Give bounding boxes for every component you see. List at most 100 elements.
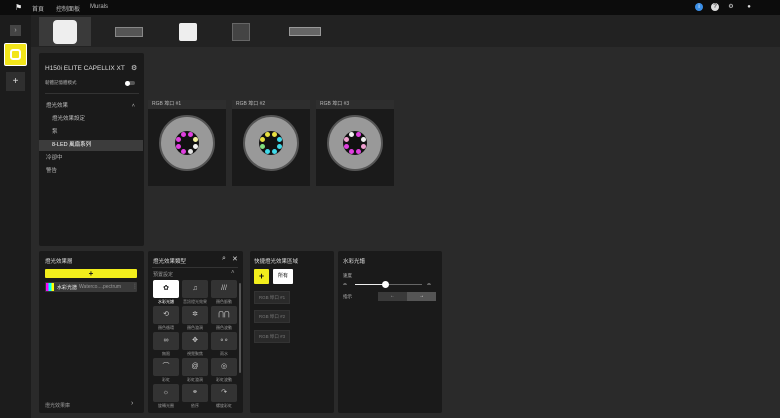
nav-murals[interactable]: Murals [90,4,108,10]
zone-rgb-port-1[interactable]: RGB 埠口 #1 [254,291,290,304]
effect-label: 顏色脈動 [216,299,232,304]
menu-label: 燈光效果 [46,103,69,109]
zone-rgb-port-3[interactable]: RGB 埠口 #3 [254,330,290,343]
menu-alerts[interactable]: 警告 [39,166,143,177]
layer-name: 水彩光譜 [57,285,78,291]
device-fan[interactable] [162,17,214,46]
nav-dashboard[interactable]: 控制面板 [56,4,80,13]
fan-card-label: RGB 埠口 #1 [148,100,226,109]
fan-icon [243,115,299,171]
help-icon[interactable]: ? [711,3,719,11]
fast-icon: ⌓ [427,281,431,287]
effect-button[interactable]: ∞ [153,332,179,350]
memory-mode-toggle[interactable] [125,80,135,86]
scrollbar[interactable] [239,283,241,373]
effect-icon: ∞ [163,337,169,344]
effect-button[interactable]: ↷ [211,384,237,402]
library-link[interactable]: 燈光效果庫 [45,402,70,409]
divider [152,267,238,268]
device-hub[interactable] [215,17,267,46]
effect-label: 雨水 [220,351,228,356]
top-bar: ⚑ 首頁 控制面板 Murals i ? ⚙ ● [0,0,780,15]
device-cooler[interactable] [39,17,91,46]
effect-button[interactable]: ☼ [153,384,179,402]
add-layer-button[interactable]: + [45,269,137,278]
settings-icon[interactable]: ⚙ [727,3,735,11]
expand-button[interactable]: › [10,25,21,36]
effect-icon: ☼ [162,389,170,396]
keyboard-icon [115,26,143,37]
chevron-up-icon: ˄ [131,103,135,109]
effect-button[interactable]: ✥ [182,332,208,350]
speed-slider-handle[interactable] [381,281,389,288]
fan-card[interactable]: RGB 埠口 #2 [232,100,310,186]
device-memory[interactable] [279,17,331,46]
led [349,148,355,154]
menu-pump[interactable]: 泵 [39,127,143,138]
led [187,148,193,154]
nav-home[interactable]: 首頁 [32,4,44,13]
direction-right-button[interactable]: → [407,292,436,301]
effect-button[interactable]: ⟲ [153,306,179,324]
lighting-layers-panel: 燈光效果層 + 水彩光譜 Waterco....pectrum ⋮ 燈光效果庫 … [39,251,144,413]
effect-button[interactable]: ∘∘ [211,332,237,350]
speed-label: 速度 [343,273,352,278]
effect-icon: ✥ [192,337,198,344]
account-icon[interactable]: ● [745,3,753,11]
effect-button[interactable]: ◎ [211,358,237,376]
led [276,137,282,143]
fan-card[interactable]: RGB 埠口 #1 [148,100,226,186]
device-keyboard[interactable] [103,17,155,46]
effect-icon: ♫ [192,285,198,292]
search-icon[interactable]: ⌕ [222,255,226,263]
fan-icon [327,115,383,171]
menu-cooling[interactable]: 冷卻中 [39,153,143,164]
speed-slider[interactable] [355,281,422,288]
menu-lighting[interactable]: 燈光效果 ˄ [39,101,143,112]
layer-item[interactable]: 水彩光譜 Waterco....pectrum ⋮ [45,282,138,292]
effect-icon: ∘∘ [219,337,229,344]
add-zone-button[interactable]: + [254,269,269,284]
effect-label: 顏色波動 [216,325,232,330]
divider [45,93,139,94]
led [360,143,366,149]
chevron-right-icon[interactable]: › [131,400,133,407]
device-group-button[interactable] [4,43,27,66]
info-icon[interactable]: i [695,3,703,11]
memory-mode-label: 韌體記憶體模式 [45,80,77,85]
corsair-logo-icon: ⚑ [15,3,23,12]
layers-title: 燈光效果層 [45,259,73,265]
add-device-button[interactable]: + [6,72,25,91]
slow-icon: ⌓ [343,281,347,287]
menu-8led-fans[interactable]: 8-LED 風扇系列 [39,140,143,151]
zone-all-button[interactable]: 所有 [273,269,293,284]
effect-button[interactable]: ⌒ [153,358,179,376]
fan-card[interactable]: RGB 埠口 #3 [316,100,394,186]
led [355,148,361,154]
zone-rgb-port-2[interactable]: RGB 埠口 #2 [254,310,290,323]
effect-button[interactable]: /// [211,280,237,298]
gear-icon[interactable]: ⚙ [131,64,137,72]
chevron-up-icon[interactable]: ˄ [231,270,235,276]
effect-button[interactable]: ♫ [182,280,208,298]
fan-icon [179,22,197,41]
direction-left-button[interactable]: ← [378,292,407,301]
effect-icon: ⋂⋂ [218,311,230,318]
effect-button[interactable]: ✿ [153,280,179,298]
layer-swatch [46,283,54,291]
effect-button[interactable]: @ [182,358,208,376]
hexagon-icon [10,49,21,60]
close-icon[interactable]: ✕ [232,255,238,263]
hub-icon [232,22,250,41]
effect-button[interactable]: ⋂⋂ [211,306,237,324]
effect-icon: @ [191,363,199,370]
effect-button[interactable]: ⚭ [182,384,208,402]
layer-menu-icon[interactable]: ⋮ [132,283,138,290]
device-title: H150i ELITE CAPELLIX XT [45,65,125,72]
effect-settings-panel: 水彩光譜 速度 ⌓ ⌓ 指示 ← → [338,251,442,413]
cooler-icon [53,19,77,44]
effect-button[interactable]: ✲ [182,306,208,324]
led [276,143,282,149]
menu-lighting-setup[interactable]: 燈光效果設定 [39,114,143,125]
effect-icon: ⟲ [163,311,169,318]
